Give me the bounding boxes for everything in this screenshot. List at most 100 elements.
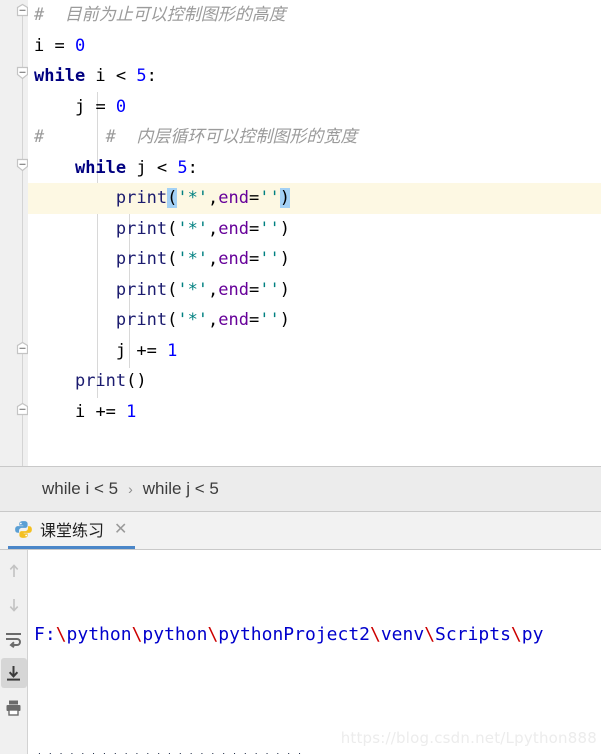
code-line[interactable]: print('*',end='')	[28, 183, 601, 214]
code-line[interactable]: j = 0	[28, 92, 601, 123]
code-token-op: =	[54, 35, 75, 56]
code-token-plain: j	[74, 96, 96, 117]
path-segment: pythonProject2	[218, 624, 370, 645]
code-token-op: (	[167, 279, 178, 300]
print-button[interactable]	[1, 692, 27, 722]
code-token-op: =	[249, 279, 260, 300]
editor-code-area[interactable]: # 目前为止可以控制图形的高度 i = 0 while i < 5: j = 0 # …	[28, 0, 601, 466]
code-editor[interactable]: # 目前为止可以控制图形的高度 i = 0 while i < 5: j = 0 # …	[0, 0, 601, 466]
code-line[interactable]: print()	[28, 366, 601, 397]
code-token-op: )	[279, 218, 290, 239]
soft-wrap-icon	[6, 632, 21, 648]
code-token-op: =	[249, 218, 260, 239]
code-token-plain: j	[126, 157, 157, 178]
arrow-down-icon	[9, 599, 18, 612]
code-token-fn: print	[115, 249, 168, 269]
code-line[interactable]: print('*',end='')	[28, 244, 601, 275]
scroll-down-button[interactable]	[1, 590, 27, 620]
path-segment: venv	[380, 624, 425, 645]
code-line[interactable]: while j < 5:	[28, 153, 601, 184]
code-line[interactable]: print('*',end='')	[28, 305, 601, 336]
run-console: F:\python\python\pythonProject2\venv\Scr…	[0, 550, 601, 754]
console-output[interactable]: F:\python\python\pythonProject2\venv\Scr…	[28, 550, 601, 754]
code-token-fn: print	[115, 279, 168, 300]
path-separator: \	[510, 624, 522, 645]
code-token-str: '*'	[177, 249, 209, 269]
code-token-fn: print	[115, 310, 168, 330]
code-line[interactable]: print('*',end='')	[28, 275, 601, 306]
code-token-plain: i	[74, 401, 96, 422]
code-line[interactable]: print('*',end='')	[28, 214, 601, 245]
code-token-op: ,	[208, 218, 219, 239]
soft-wrap-button[interactable]	[1, 624, 27, 654]
breadcrumb[interactable]: while i < 5 › while j < 5	[0, 466, 601, 512]
scroll-to-end-icon	[7, 665, 20, 681]
code-token-op-hl: )	[279, 188, 290, 208]
code-token-str: '*'	[177, 218, 209, 239]
run-tab-label: 课堂练习	[40, 521, 105, 540]
chevron-right-icon: ›	[128, 481, 133, 497]
code-token-num: 0	[115, 96, 127, 117]
code-token-op: :	[187, 157, 198, 178]
run-tool-tab-strip[interactable]: 课堂练习 ✕	[0, 512, 601, 550]
code-line[interactable]: while i < 5:	[28, 61, 601, 92]
code-token-kw: while	[74, 157, 127, 178]
scroll-to-end-button[interactable]	[0, 658, 27, 688]
breadcrumb-item-inner[interactable]: while j < 5	[143, 479, 219, 499]
code-token-num: 1	[126, 401, 137, 422]
code-token-op: (	[167, 249, 178, 269]
code-token-named: end	[218, 188, 250, 208]
code-token-num: 0	[74, 35, 86, 56]
code-token-fn: print	[115, 188, 168, 208]
code-line[interactable]: i = 0	[28, 31, 601, 62]
code-token-op-hl: (	[167, 188, 178, 208]
code-token-str: '*'	[177, 188, 209, 208]
path-separator: \	[424, 624, 436, 645]
code-token-op: ,	[208, 310, 219, 330]
code-line[interactable]: # 目前为止可以控制图形的高度	[28, 0, 601, 31]
code-token-op: )	[279, 249, 290, 269]
code-token-num: 1	[167, 340, 178, 361]
code-token-op: )	[279, 310, 290, 330]
code-token-op: ,	[208, 249, 219, 269]
run-tab-classroom-exercise[interactable]: 课堂练习 ✕	[8, 512, 136, 549]
code-token-plain: i	[34, 35, 55, 56]
code-line[interactable]: i += 1	[28, 397, 601, 428]
code-token-op: =	[249, 188, 260, 208]
code-token-named: end	[218, 249, 250, 269]
code-line[interactable]: # # 内层循环可以控制图形的宽度	[28, 122, 601, 153]
path-separator: \	[131, 624, 143, 645]
code-token-str: ''	[259, 279, 280, 300]
code-token-plain: j	[115, 340, 137, 361]
code-token-str: ''	[259, 310, 280, 330]
code-token-num: 5	[177, 157, 188, 178]
breadcrumb-item-outer[interactable]: while i < 5	[42, 479, 118, 499]
code-token-op: ,	[208, 188, 219, 208]
console-toolbar[interactable]	[0, 550, 28, 754]
path-separator: \	[207, 624, 219, 645]
code-token-named: end	[218, 218, 250, 239]
scroll-up-button[interactable]	[1, 556, 27, 586]
code-token-plain: i	[85, 66, 116, 86]
code-token-kw: while	[34, 66, 86, 86]
code-token-named: end	[218, 279, 250, 300]
path-segment: F:	[34, 624, 56, 645]
code-token-str: ''	[259, 218, 280, 239]
close-icon[interactable]: ✕	[114, 521, 127, 537]
path-segment: Scripts	[435, 624, 511, 645]
code-token-op: (	[167, 218, 178, 239]
code-token-op: <	[115, 66, 137, 86]
code-line[interactable]: j += 1	[28, 336, 601, 367]
code-token-op: ()	[126, 371, 147, 391]
code-token-named: end	[218, 310, 250, 330]
editor-gutter[interactable]	[0, 0, 29, 466]
code-token-fn: print	[74, 371, 127, 391]
code-token-op: +=	[136, 340, 168, 361]
